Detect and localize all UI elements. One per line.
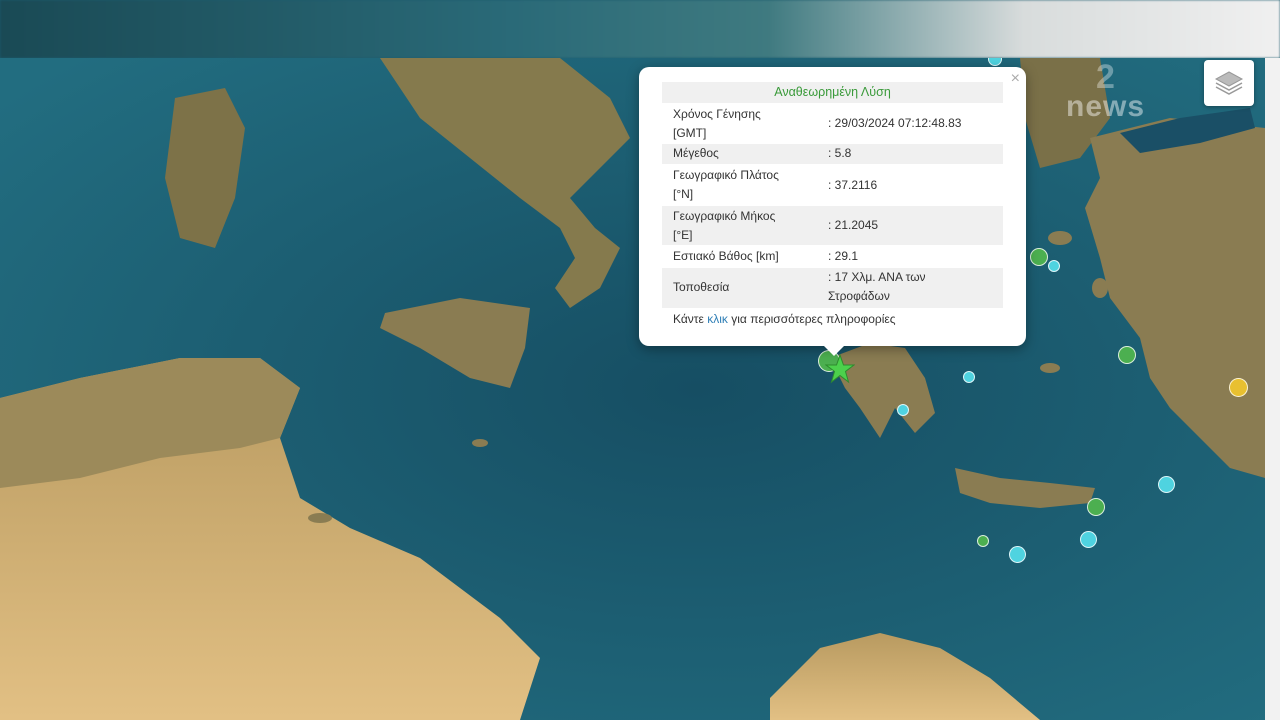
info-row-origin-time: Χρόνος Γένησης [GMT] : 29/03/2024 07:12:…: [662, 105, 1003, 143]
right-edge-strip: [1265, 58, 1280, 720]
info-label: Γεωγραφικό Πλάτος: [673, 168, 779, 182]
earthquake-marker[interactable]: [897, 404, 909, 416]
info-label: [GMT]: [673, 126, 707, 140]
earthquake-marker[interactable]: [1087, 498, 1105, 516]
info-label: Τοποθεσία: [673, 280, 730, 294]
info-label: Μέγεθος: [673, 146, 719, 160]
earthquake-marker[interactable]: [1030, 248, 1048, 266]
island-aegean-2: [1048, 231, 1072, 245]
info-value: : 29.1: [828, 249, 859, 263]
island-malta: [472, 439, 488, 447]
info-value: : 29/03/2024 07:12:48.83: [828, 116, 962, 130]
island-djerba: [308, 513, 332, 523]
layers-button[interactable]: [1204, 60, 1254, 106]
earthquake-marker[interactable]: [1118, 346, 1136, 364]
info-value: : 17 Χλμ. ΑΝΑ των: [828, 270, 926, 284]
earthquake-popup: × Αναθεωρημένη Λύση Χρόνος Γένησης [GMT]…: [639, 67, 1026, 346]
info-label: Γεωγραφικό Μήκος: [673, 209, 776, 223]
info-row-magnitude: Μέγεθος : 5.8: [662, 144, 1003, 164]
map-canvas[interactable]: [0, 58, 1265, 720]
earthquake-marker[interactable]: [1158, 476, 1175, 493]
info-row-location: Τοποθεσία : 17 Χλμ. ΑΝΑ των Στροφάδων: [662, 268, 1003, 308]
earthquake-marker[interactable]: [1048, 260, 1060, 272]
info-value: : 21.2045: [828, 218, 879, 232]
map-terrain: [0, 58, 1265, 720]
close-icon[interactable]: ×: [1011, 71, 1020, 87]
info-value: Στροφάδων: [828, 289, 890, 303]
more-info-prefix: Κάντε: [673, 312, 704, 326]
info-label: [°E]: [673, 228, 693, 242]
info-value: : 37.2116: [828, 178, 878, 192]
island-aegean: [1092, 278, 1108, 298]
info-label: Εστιακό Βάθος [km]: [673, 249, 779, 263]
info-row-longitude: Γεωγραφικό Μήκος [°E] : 21.2045: [662, 206, 1003, 245]
more-info-link[interactable]: κλικ: [707, 312, 728, 326]
info-row-latitude: Γεωγραφικό Πλάτος [°N] : 37.2116: [662, 166, 1003, 204]
popup-pointer: [823, 345, 845, 356]
earthquake-marker[interactable]: [1229, 378, 1248, 397]
info-label: Χρόνος Γένησης: [673, 107, 761, 121]
earthquake-marker[interactable]: [963, 371, 975, 383]
layers-icon: [1214, 71, 1244, 95]
more-info-suffix: για περισσότερες πληροφορίες: [731, 312, 896, 326]
more-info-line: Κάντε κλικ για περισσότερες πληροφορίες: [673, 312, 896, 326]
star-icon[interactable]: [825, 354, 855, 384]
video-top-band: [0, 0, 1280, 58]
info-row-depth: Εστιακό Βάθος [km] : 29.1: [662, 247, 1003, 267]
info-value: : 5.8: [828, 146, 852, 160]
earthquake-marker[interactable]: [1009, 546, 1026, 563]
island-cyclades: [1040, 363, 1060, 373]
earthquake-marker[interactable]: [977, 535, 989, 547]
popup-title: Αναθεωρημένη Λύση: [662, 82, 1003, 103]
info-label: [°N]: [673, 187, 694, 201]
earthquake-marker[interactable]: [1080, 531, 1097, 548]
